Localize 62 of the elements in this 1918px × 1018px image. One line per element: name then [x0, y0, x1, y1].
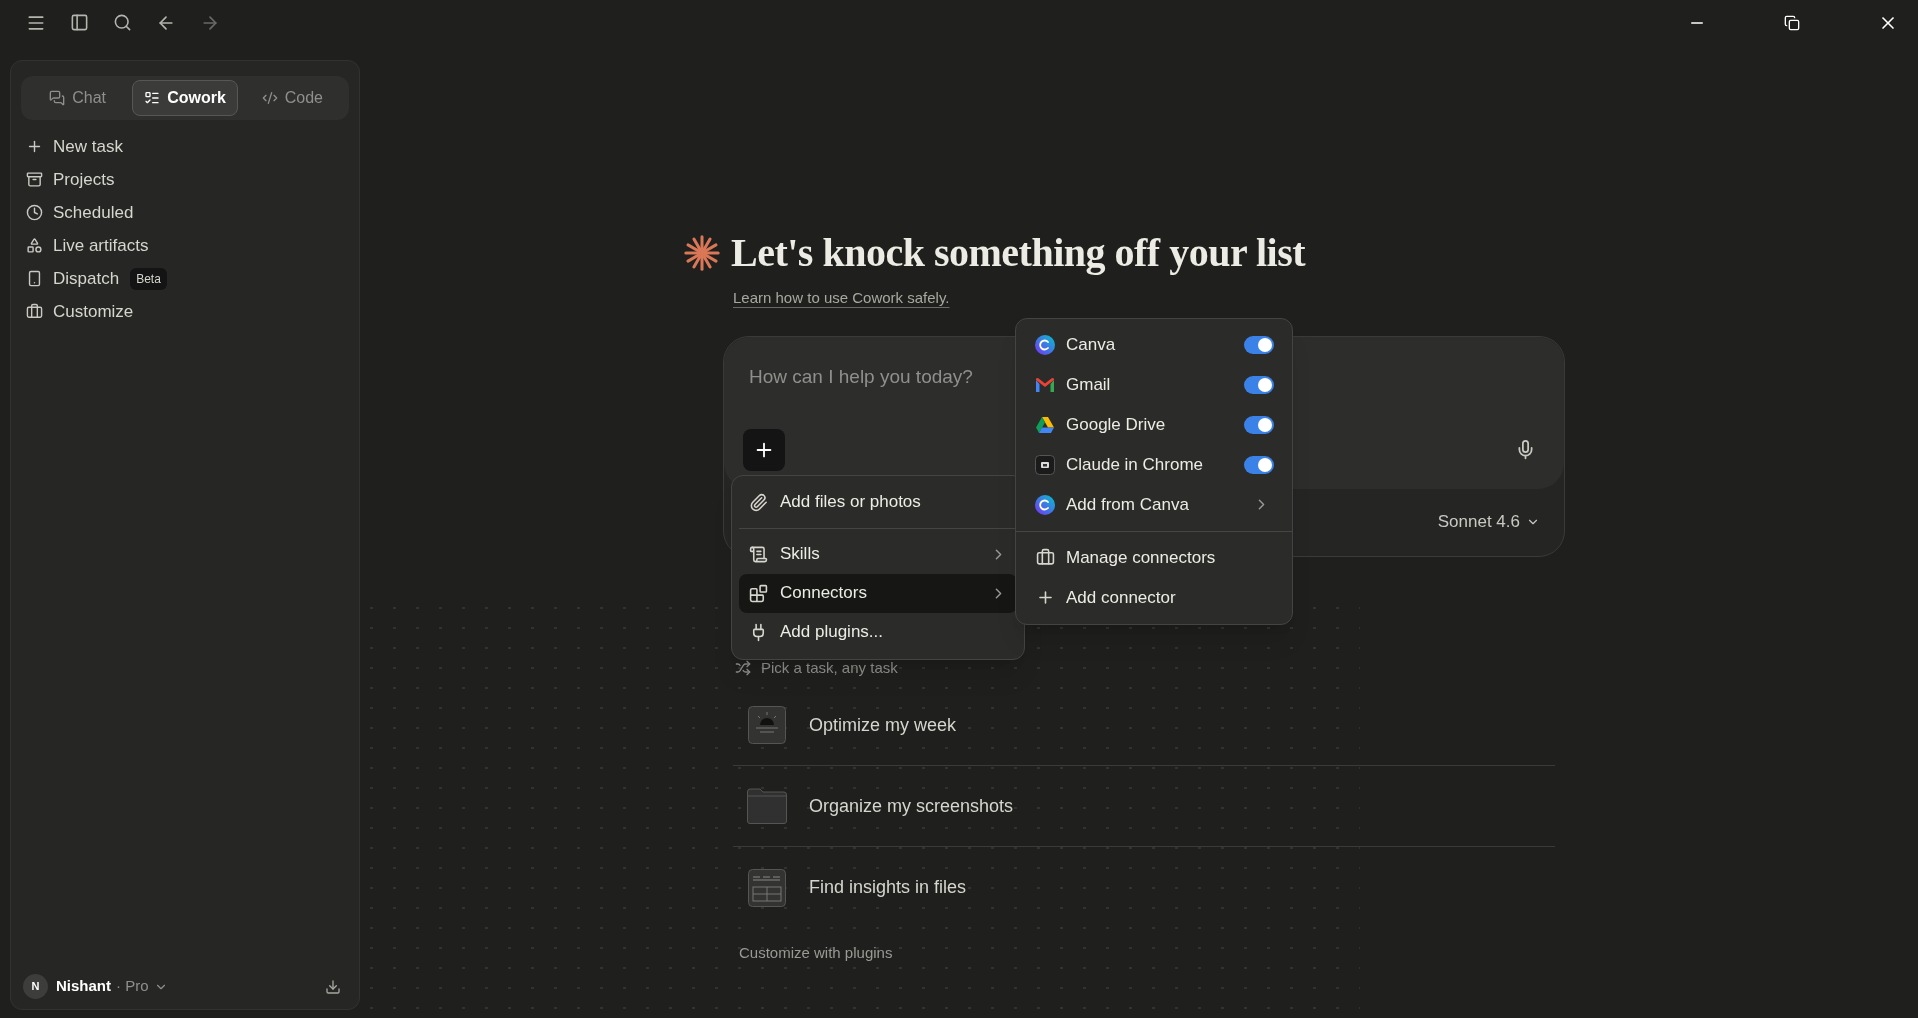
canva-logo-icon	[1035, 334, 1055, 355]
menu-item[interactable]: Add files or photos	[739, 482, 1017, 522]
checklist-icon	[144, 90, 161, 106]
add-button[interactable]	[743, 428, 785, 471]
connector-row[interactable]: Google Drive	[1016, 404, 1292, 445]
paperclip-icon	[749, 492, 768, 512]
spreadsheet-icon	[748, 868, 786, 907]
connector-row[interactable]: Add from Canva	[1016, 484, 1292, 525]
page-heading: Let's knock something off your list	[731, 229, 1306, 277]
menu-item[interactable]: Connectors	[739, 573, 1017, 613]
customize-link[interactable]: Customize with plugins	[739, 942, 893, 965]
sidebar-toggle-icon[interactable]	[70, 13, 89, 32]
canva-logo-icon	[1035, 494, 1055, 515]
phone-icon	[26, 270, 43, 287]
task-suggestion[interactable]: Organize my screenshots	[809, 792, 1014, 820]
sidebar-item[interactable]: Projects	[53, 166, 115, 193]
account-switcher[interactable]: Nishant · Pro	[56, 975, 168, 998]
briefcase-icon	[26, 303, 43, 320]
briefcase-icon	[1035, 548, 1055, 567]
sunrise-card-icon	[748, 706, 786, 744]
safety-link[interactable]: Learn how to use Cowork safely.	[733, 287, 950, 310]
tray-icon	[26, 171, 43, 188]
pick-task-label: Pick a task, any task	[761, 657, 898, 678]
sidebar-item[interactable]: Dispatch	[53, 265, 120, 292]
connector-row[interactable]: Claude in Chrome	[1016, 444, 1292, 485]
menu-item[interactable]: Add plugins...	[739, 612, 1017, 652]
window-icon	[1035, 454, 1055, 475]
shuffle-icon	[735, 659, 751, 676]
triangle-logo-icon	[1035, 415, 1055, 434]
task-suggestion[interactable]: Find insights in files	[809, 874, 967, 901]
beta-tag: Beta	[130, 267, 167, 290]
folder-icon	[747, 788, 787, 824]
task-suggestion[interactable]: Optimize my week	[809, 711, 957, 739]
mode-tab[interactable]: Code	[239, 80, 345, 116]
menu-item[interactable]: Add connector	[1016, 577, 1292, 618]
menu-item[interactable]: Skills	[739, 534, 1017, 574]
restore-icon[interactable]	[1784, 14, 1800, 31]
chat-bubbles-icon	[49, 90, 66, 106]
sidebar-item[interactable]: New task	[53, 133, 123, 160]
toggle-switch[interactable]	[1244, 415, 1274, 434]
sidebar-item[interactable]: Scheduled	[53, 199, 134, 226]
connector-row[interactable]: Canva	[1016, 324, 1292, 365]
scroll-icon	[749, 544, 768, 564]
blocks-icon	[749, 583, 768, 603]
mail-logo-icon	[1035, 376, 1055, 393]
sidebar-item[interactable]: Customize	[53, 298, 134, 325]
download-icon[interactable]	[325, 978, 341, 995]
sidebar-item[interactable]: Live artifacts	[53, 232, 149, 259]
search-icon[interactable]	[113, 13, 132, 32]
mode-tab[interactable]: Cowork	[132, 80, 238, 116]
code-icon	[261, 90, 278, 106]
connector-row[interactable]: Gmail	[1016, 364, 1292, 405]
toggle-switch[interactable]	[1244, 455, 1274, 474]
plus-icon	[26, 138, 43, 155]
toggle-switch[interactable]	[1244, 335, 1274, 354]
shapes-icon	[26, 237, 43, 254]
menu-item[interactable]: Manage connectors	[1016, 537, 1292, 578]
starburst-logo-icon	[683, 234, 721, 272]
toggle-switch[interactable]	[1244, 375, 1274, 394]
mode-tab[interactable]: Chat	[25, 80, 131, 116]
model-selector[interactable]: Sonnet 4.6	[1437, 509, 1540, 535]
clock-icon	[26, 204, 43, 221]
